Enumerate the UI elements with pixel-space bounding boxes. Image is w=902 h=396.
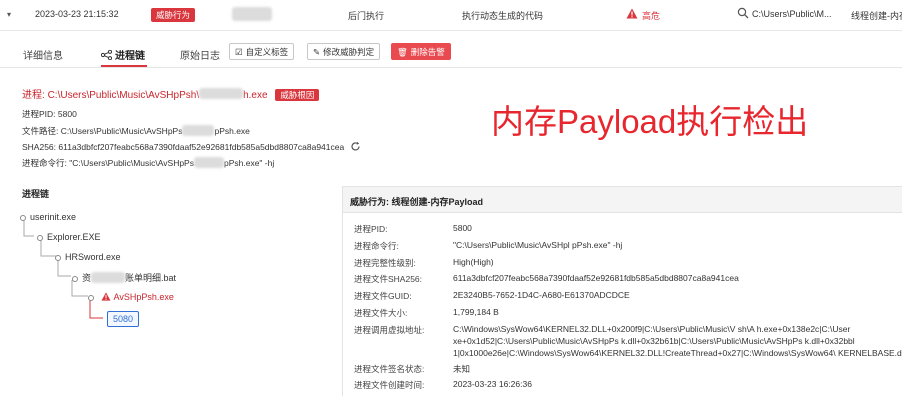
process-title-path: C:\Users\Public\Music\AvSHpPsh\	[47, 90, 200, 101]
redacted-segment	[199, 88, 244, 99]
search-icon[interactable]	[737, 7, 749, 21]
node-dot-icon	[88, 294, 94, 301]
panel-header: 威胁行为: 线程创建-内存Payload	[343, 187, 902, 213]
detail-label: 进程完整性级别:	[354, 258, 416, 268]
file-path-label: 文件路径:	[22, 126, 59, 136]
tab-raw-log[interactable]: 原始日志	[180, 47, 220, 62]
tree-node-label: Explorer.EXE	[47, 232, 101, 242]
tree-node-thread-selected[interactable]: 5080	[107, 311, 140, 327]
active-tab-indicator	[101, 65, 147, 67]
event-time: 2023-03-23 21:15:32	[35, 9, 119, 19]
detail-value: 5800	[453, 223, 472, 233]
refresh-icon[interactable]	[350, 141, 361, 154]
tab-process-chain-label: 进程链	[115, 51, 145, 62]
tree-node-userinit[interactable]: userinit.exe	[20, 212, 76, 222]
process-title-prefix: 进程:	[22, 90, 45, 101]
file-path-value: C:\Users\Public\Music\AvSHpPs	[60, 126, 183, 136]
detail-label: 进程文件创建时间:	[354, 380, 425, 390]
tree-node-explorer[interactable]: Explorer.EXE	[37, 232, 101, 242]
redacted-host	[232, 7, 272, 21]
detail-value-continued: 1|0x1000e26e|C:\Windows\SysWow64\KERNEL3…	[453, 348, 902, 358]
tree-node-label-a: 资	[82, 273, 92, 283]
event-action: 线程创建-内存	[851, 11, 902, 21]
pid-label: 进程PID:	[22, 109, 56, 119]
command-line-row: 进程命令行: "C:\Users\Public\Music\AvSHpPs pPs…	[22, 157, 274, 169]
detail-value: 未知	[453, 364, 471, 374]
tab-details[interactable]: 详细信息	[23, 47, 63, 62]
detail-label: 进程PID:	[354, 224, 388, 234]
redacted-segment	[193, 157, 224, 168]
event-row[interactable]: ▾ 2023-03-23 21:15:32 威胁行为 后门执行 执行动态生成的代…	[0, 0, 902, 31]
process-title-path-end: h.exe	[243, 90, 268, 101]
tag-icon: ☑	[235, 47, 243, 57]
sha-label: SHA256:	[22, 142, 57, 152]
modify-verdict-button[interactable]: ✎ 修改威胁判定	[307, 43, 381, 60]
cmd-label: 进程命令行:	[22, 158, 67, 168]
process-chain-label: 进程链	[22, 189, 50, 199]
tree-node-avshppsh[interactable]: AvSHpPsh.exe	[88, 292, 174, 302]
tab-process-chain[interactable]: 进程链	[100, 47, 145, 62]
detail-value: 611a3dbfcf207feabc568a7390fdaaf52e92681f…	[453, 273, 739, 283]
node-dot-icon	[20, 214, 26, 221]
custom-tag-button[interactable]: ☑ 自定义标签	[229, 43, 295, 60]
overlay-annotation-title: 内存Payload执行检出	[491, 103, 809, 140]
detail-value: "C:\Users\Public\Music\AvSHpl pPsh.exe" …	[453, 240, 623, 250]
delete-alert-button[interactable]: 🗑 删除告警	[391, 43, 451, 60]
delete-alert-label: 删除告警	[410, 47, 445, 57]
sha-value: 611a3dbfcf207feabc568a7390fdaaf52e92681f…	[58, 142, 345, 152]
tree-node-label: HRSword.exe	[65, 252, 121, 262]
pid-value: 5800	[57, 109, 77, 119]
custom-tag-label: 自定义标签	[245, 47, 289, 57]
detail-value: 2E3240B5-7652-1D4C-A680-E61370ADCDCE	[453, 290, 630, 300]
sha256-row: SHA256: 611a3dbfcf207feabc568a7390fdaaf5…	[22, 141, 361, 154]
detail-label: 进程文件大小:	[354, 308, 408, 318]
redacted-segment	[91, 272, 126, 283]
redacted-segment	[182, 125, 215, 136]
collapse-chevron-icon[interactable]: ▾	[7, 10, 11, 19]
detail-value-continued: xe+0x1d52|C:\Users\Public\Music\AvSHpPs …	[453, 336, 855, 346]
trash-icon: 🗑	[397, 47, 408, 57]
detail-value: 2023-03-23 16:26:36	[453, 379, 532, 389]
event-behavior: 执行动态生成的代码	[462, 11, 544, 21]
node-dot-icon	[72, 275, 78, 282]
detail-value: 1,799,184 B	[453, 307, 499, 317]
node-dot-icon	[55, 254, 61, 261]
detail-label: 进程命令行:	[354, 241, 399, 251]
root-cause-badge: 威胁根因	[275, 89, 320, 101]
share-nodes-icon	[100, 49, 113, 61]
detail-label: 进程文件SHA256:	[354, 274, 423, 284]
detail-tabs: 详细信息 进程链 原始日志 ☑ 自定义标签 ✎ 修改威胁判定 🗑 删除告警	[0, 37, 902, 68]
warning-triangle-icon	[626, 8, 638, 21]
tree-node-label: AvSHpPsh.exe	[113, 292, 174, 302]
edit-pencil-icon: ✎	[313, 47, 321, 57]
threat-detail-panel: 威胁行为: 线程创建-内存Payload 进程PID: 5800 进程命令行: …	[342, 186, 902, 396]
panel-title: 威胁行为: 线程创建-内存Payload	[350, 197, 484, 207]
modify-verdict-label: 修改威胁判定	[323, 47, 375, 57]
tree-node-label-b: 账单明细.bat	[125, 273, 177, 283]
event-stage: 后门执行	[348, 11, 385, 21]
file-path-value-end: pPsh.exe	[214, 126, 250, 136]
detail-label: 进程文件签名状态:	[354, 364, 425, 374]
tree-node-hrsword[interactable]: HRSword.exe	[55, 252, 121, 262]
process-title: 进程: C:\Users\Public\Music\AvSHpPsh\ h.exe…	[22, 86, 320, 101]
severity-label: 高危	[642, 11, 661, 21]
event-category-badge: 威胁行为	[151, 8, 196, 22]
warning-triangle-icon	[101, 292, 111, 301]
detail-value: High(High)	[453, 257, 494, 267]
detail-value: C:\Windows\SysWow64\KERNEL32.DLL+0x200f9…	[453, 324, 851, 334]
tree-node-bat[interactable]: 资 账单明细.bat	[72, 271, 176, 284]
detail-label: 进程调用虚拟地址:	[354, 325, 425, 335]
file-path-row: 文件路径: C:\Users\Public\Music\AvSHpPs pPsh.…	[22, 125, 250, 137]
cmd-value-end: pPsh.exe" -hj	[223, 158, 275, 168]
node-dot-icon	[37, 234, 43, 241]
detail-label: 进程文件GUID:	[354, 291, 412, 301]
event-path: C:\Users\Public\M...	[752, 9, 832, 19]
tree-node-label: userinit.exe	[30, 212, 77, 222]
cmd-value: "C:\Users\Public\Music\AvSHpPs	[69, 158, 194, 168]
process-pid-row: 进程PID: 5800	[22, 108, 77, 120]
